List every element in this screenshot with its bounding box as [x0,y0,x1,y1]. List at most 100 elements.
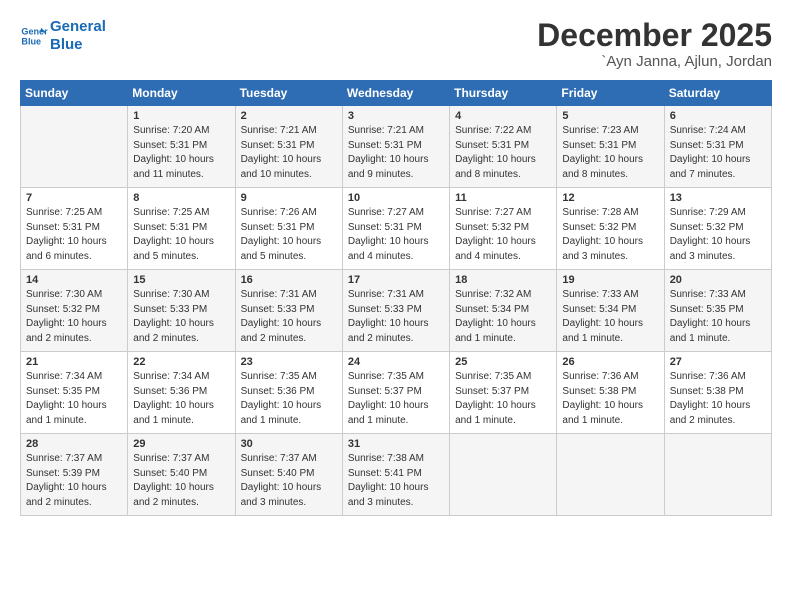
cell-info: Sunrise: 7:30 AMSunset: 5:32 PMDaylight:… [26,288,122,346]
calendar-cell: 29 Sunrise: 7:37 AMSunset: 5:40 PMDayligh… [128,434,235,516]
day-number: 4 [455,110,551,122]
cell-info: Sunrise: 7:25 AMSunset: 5:31 PMDaylight:… [26,206,122,264]
cell-info: Sunrise: 7:37 AMSunset: 5:39 PMDaylight:… [26,452,122,510]
cell-info: Sunrise: 7:35 AMSunset: 5:36 PMDaylight:… [241,370,337,428]
cell-info: Sunrise: 7:25 AMSunset: 5:31 PMDaylight:… [133,206,229,264]
page: General Blue General Blue December 2025 … [0,0,792,612]
cell-info: Sunrise: 7:22 AMSunset: 5:31 PMDaylight:… [455,124,551,182]
calendar-cell [21,106,128,188]
calendar-cell: 8 Sunrise: 7:25 AMSunset: 5:31 PMDaylight… [128,188,235,270]
calendar-cell: 9Sunrise: 7:26 AMSunset: 5:31 PMDaylight… [235,188,342,270]
cell-info: Sunrise: 7:27 AMSunset: 5:31 PMDaylight:… [348,206,444,264]
day-number: 3 [348,110,444,122]
cell-info: Sunrise: 7:32 AMSunset: 5:34 PMDaylight:… [455,288,551,346]
calendar-cell [664,434,771,516]
day-number: 27 [670,356,766,368]
day-number: 30 [241,438,337,450]
day-number: 15 [133,274,229,286]
header-cell-tuesday: Tuesday [235,81,342,106]
month-title: December 2025 [537,18,772,53]
logo-line1: General [50,18,106,36]
cell-info: Sunrise: 7:35 AMSunset: 5:37 PMDaylight:… [455,370,551,428]
calendar-cell: 31 Sunrise: 7:38 AMSunset: 5:41 PMDayligh… [342,434,449,516]
day-number: 12 [562,192,658,204]
calendar-cell: 11 Sunrise: 7:27 AMSunset: 5:32 PMDayligh… [450,188,557,270]
calendar-cell [450,434,557,516]
cell-info: Sunrise: 7:20 AMSunset: 5:31 PMDaylight:… [133,124,229,182]
day-number: 23 [241,356,337,368]
calendar-cell: 4 Sunrise: 7:22 AMSunset: 5:31 PMDaylight… [450,106,557,188]
calendar-cell: 20 Sunrise: 7:33 AMSunset: 5:35 PMDayligh… [664,270,771,352]
day-number: 16 [241,274,337,286]
calendar-cell [557,434,664,516]
calendar-cell: 28Sunrise: 7:37 AMSunset: 5:39 PMDayligh… [21,434,128,516]
calendar-cell: 27 Sunrise: 7:36 AMSunset: 5:38 PMDayligh… [664,352,771,434]
calendar-cell: 1 Sunrise: 7:20 AMSunset: 5:31 PMDaylight… [128,106,235,188]
calendar-cell: 26Sunrise: 7:36 AMSunset: 5:38 PMDayligh… [557,352,664,434]
cell-info: Sunrise: 7:21 AMSunset: 5:31 PMDaylight:… [348,124,444,182]
day-number: 2 [241,110,337,122]
calendar-cell: 2Sunrise: 7:21 AMSunset: 5:31 PMDaylight… [235,106,342,188]
day-number: 22 [133,356,229,368]
week-row-5: 28Sunrise: 7:37 AMSunset: 5:39 PMDayligh… [21,434,772,516]
calendar-cell: 13 Sunrise: 7:29 AMSunset: 5:32 PMDayligh… [664,188,771,270]
header-cell-wednesday: Wednesday [342,81,449,106]
calendar-cell: 12 Sunrise: 7:28 AMSunset: 5:32 PMDayligh… [557,188,664,270]
calendar-cell: 21Sunrise: 7:34 AMSunset: 5:35 PMDayligh… [21,352,128,434]
day-number: 9 [241,192,337,204]
day-number: 19 [562,274,658,286]
cell-info: Sunrise: 7:35 AMSunset: 5:37 PMDaylight:… [348,370,444,428]
cell-info: Sunrise: 7:31 AMSunset: 5:33 PMDaylight:… [348,288,444,346]
header-row: SundayMondayTuesdayWednesdayThursdayFrid… [21,81,772,106]
calendar-cell: 24 Sunrise: 7:35 AMSunset: 5:37 PMDayligh… [342,352,449,434]
cell-info: Sunrise: 7:29 AMSunset: 5:32 PMDaylight:… [670,206,766,264]
calendar-cell: 6Sunrise: 7:24 AMSunset: 5:31 PMDaylight… [664,106,771,188]
cell-info: Sunrise: 7:38 AMSunset: 5:41 PMDaylight:… [348,452,444,510]
header: General Blue General Blue December 2025 … [20,18,772,70]
day-number: 1 [133,110,229,122]
cell-info: Sunrise: 7:33 AMSunset: 5:34 PMDaylight:… [562,288,658,346]
week-row-2: 7 Sunrise: 7:25 AMSunset: 5:31 PMDaylight… [21,188,772,270]
cell-info: Sunrise: 7:34 AMSunset: 5:36 PMDaylight:… [133,370,229,428]
cell-info: Sunrise: 7:24 AMSunset: 5:31 PMDaylight:… [670,124,766,182]
calendar-header: SundayMondayTuesdayWednesdayThursdayFrid… [21,81,772,106]
cell-info: Sunrise: 7:37 AMSunset: 5:40 PMDaylight:… [133,452,229,510]
cell-info: Sunrise: 7:31 AMSunset: 5:33 PMDaylight:… [241,288,337,346]
cell-info: Sunrise: 7:33 AMSunset: 5:35 PMDaylight:… [670,288,766,346]
header-cell-saturday: Saturday [664,81,771,106]
cell-info: Sunrise: 7:36 AMSunset: 5:38 PMDaylight:… [670,370,766,428]
day-number: 13 [670,192,766,204]
calendar-table: SundayMondayTuesdayWednesdayThursdayFrid… [20,80,772,516]
day-number: 17 [348,274,444,286]
day-number: 7 [26,192,122,204]
calendar-cell: 25Sunrise: 7:35 AMSunset: 5:37 PMDayligh… [450,352,557,434]
day-number: 18 [455,274,551,286]
day-number: 20 [670,274,766,286]
svg-text:Blue: Blue [21,36,41,46]
week-row-4: 21Sunrise: 7:34 AMSunset: 5:35 PMDayligh… [21,352,772,434]
day-number: 29 [133,438,229,450]
week-row-3: 14Sunrise: 7:30 AMSunset: 5:32 PMDayligh… [21,270,772,352]
header-cell-sunday: Sunday [21,81,128,106]
cell-info: Sunrise: 7:27 AMSunset: 5:32 PMDaylight:… [455,206,551,264]
calendar-cell: 16 Sunrise: 7:31 AMSunset: 5:33 PMDayligh… [235,270,342,352]
title-block: December 2025 `Ayn Janna, Ajlun, Jordan [537,18,772,70]
location: `Ayn Janna, Ajlun, Jordan [537,53,772,70]
day-number: 24 [348,356,444,368]
cell-info: Sunrise: 7:36 AMSunset: 5:38 PMDaylight:… [562,370,658,428]
header-cell-thursday: Thursday [450,81,557,106]
calendar-cell: 18 Sunrise: 7:32 AMSunset: 5:34 PMDayligh… [450,270,557,352]
calendar-cell: 17 Sunrise: 7:31 AMSunset: 5:33 PMDayligh… [342,270,449,352]
cell-info: Sunrise: 7:28 AMSunset: 5:32 PMDaylight:… [562,206,658,264]
day-number: 31 [348,438,444,450]
day-number: 8 [133,192,229,204]
calendar-cell: 10 Sunrise: 7:27 AMSunset: 5:31 PMDayligh… [342,188,449,270]
day-number: 10 [348,192,444,204]
calendar-cell: 22 Sunrise: 7:34 AMSunset: 5:36 PMDayligh… [128,352,235,434]
header-cell-friday: Friday [557,81,664,106]
day-number: 11 [455,192,551,204]
calendar-cell: 7 Sunrise: 7:25 AMSunset: 5:31 PMDaylight… [21,188,128,270]
calendar-cell: 5Sunrise: 7:23 AMSunset: 5:31 PMDaylight… [557,106,664,188]
logo: General Blue General Blue [20,18,106,54]
cell-info: Sunrise: 7:30 AMSunset: 5:33 PMDaylight:… [133,288,229,346]
